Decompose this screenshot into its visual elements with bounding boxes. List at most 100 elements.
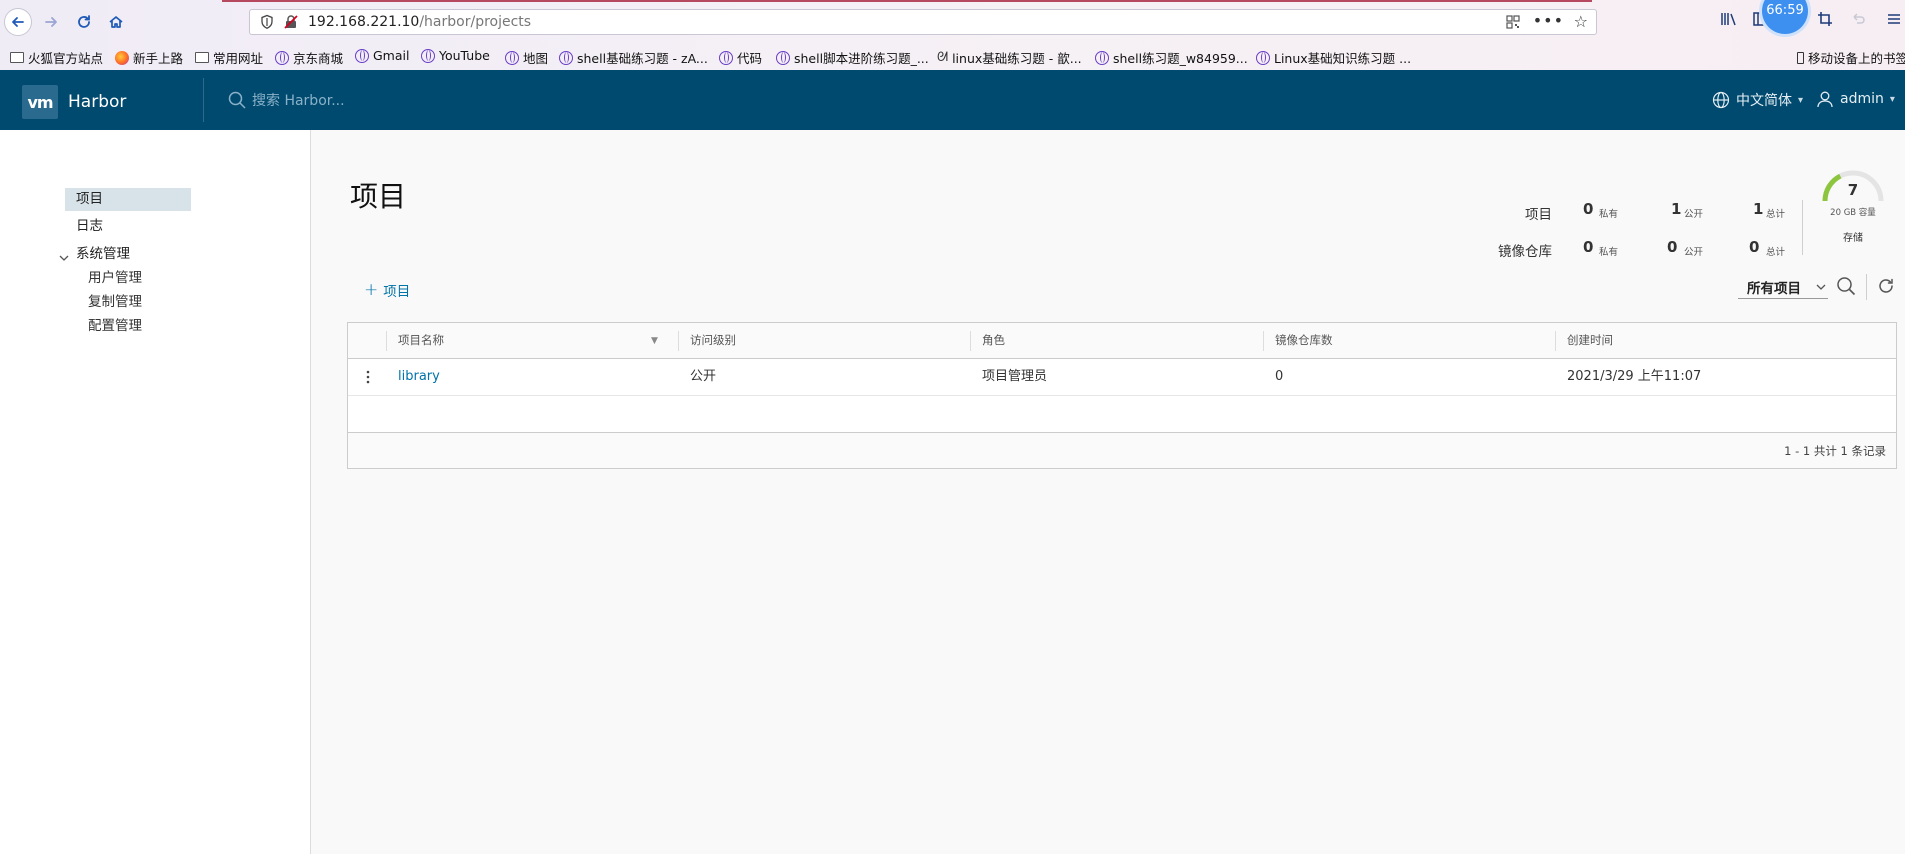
bookmark-item[interactable]: 常用网址: [195, 48, 263, 67]
storage-capacity: 20 GB 容量: [1830, 208, 1876, 218]
globe-icon: [559, 50, 573, 65]
refresh-button[interactable]: [1877, 277, 1895, 299]
filter-selected-value: 所有项目: [1747, 280, 1801, 297]
sidebar-item-admin[interactable]: 系统管理: [65, 243, 130, 266]
column-header-repo-count[interactable]: 镜像仓库数: [1263, 323, 1555, 358]
filter-icon[interactable]: ▼: [651, 336, 658, 346]
bookmark-item[interactable]: 火狐官方站点: [10, 48, 103, 67]
back-button[interactable]: [4, 8, 32, 36]
user-icon: [1817, 91, 1833, 108]
globe-icon: [1712, 91, 1730, 109]
library-icon[interactable]: [1720, 11, 1738, 31]
home-button[interactable]: [103, 9, 129, 35]
brand[interactable]: vm Harbor: [22, 85, 126, 119]
bookmark-item[interactable]: 地图: [505, 48, 548, 67]
insecure-lock-icon[interactable]: [283, 14, 299, 30]
repo-count: 0: [1275, 369, 1284, 384]
project-name-link[interactable]: library: [386, 359, 440, 395]
bookmark-item[interactable]: Linux基础知识练习题 ...: [1256, 48, 1411, 67]
filter-search-button[interactable]: [1836, 276, 1856, 300]
column-header-role[interactable]: 角色: [970, 323, 1263, 358]
bookmark-label: 代码: [737, 51, 763, 66]
plus-icon: +: [364, 279, 379, 300]
bookmark-item[interactable]: shell脚本进阶练习题_...: [776, 48, 929, 67]
bookmark-label: shell练习题_w84959...: [1113, 51, 1248, 66]
bookmark-item[interactable]: 京东商城: [275, 48, 343, 67]
sidebar-item-logs[interactable]: 日志: [65, 215, 103, 238]
undo-icon[interactable]: [1850, 11, 1866, 31]
hamburger-menu-icon[interactable]: [1886, 11, 1902, 31]
stat-repos-total: 0: [1749, 238, 1760, 256]
vmware-logo: vm: [22, 85, 58, 119]
qr-code-icon[interactable]: [1506, 15, 1520, 29]
omega-icon: ᘛ: [937, 50, 949, 65]
globe-icon: [505, 50, 519, 65]
row-actions-icon[interactable]: [366, 370, 370, 384]
stats-divider: [1802, 200, 1803, 255]
bookmark-item[interactable]: 新手上路: [115, 48, 183, 67]
bookmark-item[interactable]: ᘛ linux基础练习题 - 歆...: [937, 48, 1082, 67]
folder-icon: [195, 52, 209, 63]
bookmark-item[interactable]: 代码: [719, 48, 762, 67]
bookmark-item[interactable]: shell基础练习题 - zA...: [559, 48, 708, 67]
shield-icon[interactable]: [259, 14, 275, 30]
forward-button[interactable]: [38, 9, 64, 35]
user-name: admin: [1840, 91, 1884, 107]
global-search[interactable]: 搜索 Harbor...: [228, 90, 345, 110]
crop-icon[interactable]: [1817, 11, 1833, 31]
access-level: 公开: [690, 369, 717, 384]
column-header-access[interactable]: 访问级别: [678, 323, 970, 358]
bookmark-star-icon[interactable]: ☆: [1574, 12, 1588, 31]
bookmark-label: Gmail: [373, 48, 410, 63]
globe-icon: [719, 50, 733, 65]
bookmark-label: 地图: [523, 51, 549, 66]
url-text[interactable]: 192.168.221.10/harbor/projects: [308, 14, 531, 30]
search-icon: [228, 91, 246, 109]
chevron-down-icon: ▾: [1889, 93, 1895, 105]
app-header: vm Harbor 搜索 Harbor... 中文简体 ▾ admin ▾: [0, 70, 1905, 130]
stat-label-repos: 镜像仓库: [1498, 244, 1552, 260]
column-header-created[interactable]: 创建时间: [1555, 323, 1895, 358]
chevron-down-icon: [1816, 284, 1826, 290]
new-project-button[interactable]: + 项目: [364, 280, 410, 300]
user-menu[interactable]: admin ▾: [1816, 90, 1895, 108]
home-icon: [109, 16, 123, 28]
sidebar-item-configuration[interactable]: 配置管理: [88, 316, 142, 336]
search-placeholder: 搜索 Harbor...: [252, 93, 345, 109]
sidebar: 项目 日志 系统管理 用户管理 复制管理 配置管理: [0, 130, 311, 854]
sidebar-item-projects[interactable]: 项目: [65, 188, 191, 211]
globe-icon: [355, 48, 369, 63]
project-filter-select[interactable]: 所有项目: [1738, 275, 1828, 299]
globe-icon: [421, 48, 435, 63]
sidebar-item-users[interactable]: 用户管理: [88, 268, 142, 288]
bookmark-item[interactable]: YouTube: [421, 48, 490, 63]
record-count: 1 - 1 共计 1 条记录: [1784, 444, 1886, 458]
reload-button[interactable]: [71, 9, 97, 35]
stat-unit-total: 总计: [1766, 209, 1786, 220]
storage-gauge: [1822, 170, 1884, 202]
page-actions-menu-icon[interactable]: •••: [1533, 11, 1564, 30]
search-icon: [1837, 277, 1856, 296]
address-bar[interactable]: 192.168.221.10/harbor/projects ••• ☆: [249, 9, 1597, 35]
stat-label-projects: 项目: [1525, 207, 1552, 223]
globe-icon: [1095, 50, 1109, 65]
bookmark-item[interactable]: Gmail: [355, 48, 409, 63]
table-footer: 1 - 1 共计 1 条记录: [348, 433, 1896, 468]
sidebar-item-replication[interactable]: 复制管理: [88, 292, 142, 312]
mobile-bookmarks[interactable]: 移动设备上的书签: [1797, 48, 1905, 67]
language-selector[interactable]: 中文简体 ▾: [1712, 90, 1803, 110]
timer-badge[interactable]: 66:59: [1762, 0, 1808, 34]
storage-value: 7: [1847, 181, 1859, 199]
header-divider: [203, 78, 204, 122]
url-path: /harbor/projects: [419, 14, 532, 30]
bookmark-item[interactable]: shell练习题_w84959...: [1095, 48, 1248, 67]
column-header-name[interactable]: 项目名称: [386, 323, 678, 358]
globe-icon: [1256, 50, 1270, 65]
table-row: library 公开 项目管理员 0 2021/3/29 上午11:07: [348, 359, 1896, 396]
language-label: 中文简体: [1736, 93, 1792, 109]
arrow-left-icon: [12, 17, 24, 27]
bookmark-label: 新手上路: [133, 51, 184, 66]
toolbar-divider: [1866, 274, 1867, 300]
bookmark-label: 火狐官方站点: [28, 51, 104, 66]
bookmark-label: 常用网址: [213, 51, 264, 66]
